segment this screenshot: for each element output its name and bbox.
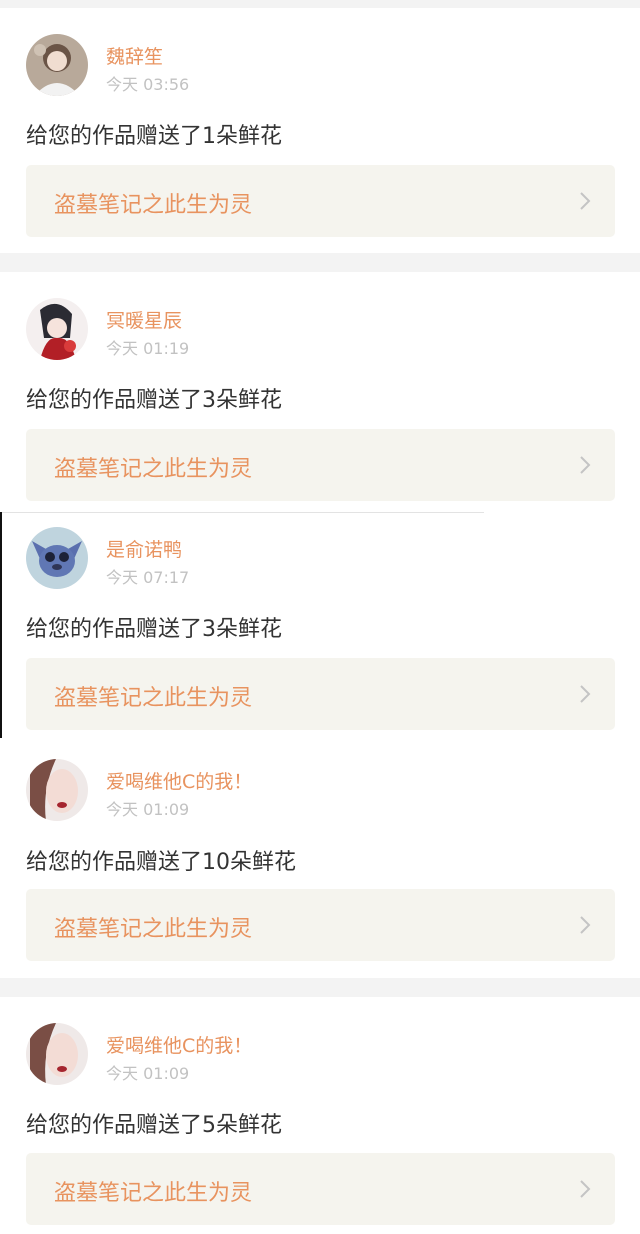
username[interactable]: 爱喝维他C的我！ [106,1031,252,1058]
girl-portrait-avatar-icon [26,34,88,96]
gift-message: 给您的作品赠送了3朵鲜花 [26,617,282,642]
stitch-cartoon-avatar-icon [26,527,88,589]
timestamp: 今天 03:56 [106,75,190,94]
woman-face-avatar-icon [26,1023,88,1085]
avatar[interactable] [26,298,88,360]
timestamp: 今天 07:17 [106,568,190,587]
work-title: 盗墓笔记之此生为灵 [54,193,253,218]
woman-face-avatar-icon [26,759,88,821]
work-title: 盗墓笔记之此生为灵 [54,457,253,482]
gift-message: 给您的作品赠送了1朵鲜花 [26,124,282,149]
gift-message: 给您的作品赠送了3朵鲜花 [26,388,282,413]
work-link-button[interactable]: 盗墓笔记之此生为灵 [26,889,615,961]
avatar[interactable] [26,1023,88,1085]
work-title: 盗墓笔记之此生为灵 [54,917,253,942]
avatar[interactable] [26,34,88,96]
timestamp: 今天 01:09 [106,800,190,819]
work-title: 盗墓笔记之此生为灵 [54,686,253,711]
avatar[interactable] [26,759,88,821]
username[interactable]: 魏辞笙 [106,42,163,69]
notification-card: 是俞诺鸭 今天 07:17 给您的作品赠送了3朵鲜花 盗墓笔记之此生为灵 [0,512,640,742]
gift-message: 给您的作品赠送了5朵鲜花 [26,1113,282,1138]
username[interactable]: 冥暖星辰 [106,306,182,333]
notification-card: 爱喝维他C的我！ 今天 01:09 给您的作品赠送了5朵鲜花 盗墓笔记之此生为灵 [0,997,640,1234]
username[interactable]: 爱喝维他C的我！ [106,767,252,794]
chevron-right-icon [580,685,591,703]
avatar[interactable] [26,527,88,589]
username[interactable]: 是俞诺鸭 [106,535,182,562]
work-title: 盗墓笔记之此生为灵 [54,1181,253,1206]
work-link-button[interactable]: 盗墓笔记之此生为灵 [26,658,615,730]
anime-character-avatar-icon [26,298,88,360]
notification-card: 冥暖星辰 今天 01:19 给您的作品赠送了3朵鲜花 盗墓笔记之此生为灵 [0,272,640,512]
work-link-button[interactable]: 盗墓笔记之此生为灵 [26,165,615,237]
divider [0,512,484,513]
notification-card: 爱喝维他C的我！ 今天 01:09 给您的作品赠送了10朵鲜花 盗墓笔记之此生为… [0,742,640,978]
work-link-button[interactable]: 盗墓笔记之此生为灵 [26,1153,615,1225]
work-link-button[interactable]: 盗墓笔记之此生为灵 [26,429,615,501]
gift-message: 给您的作品赠送了10朵鲜花 [26,850,296,875]
chevron-right-icon [580,456,591,474]
notification-card: 魏辞笙 今天 03:56 给您的作品赠送了1朵鲜花 盗墓笔记之此生为灵 [0,8,640,253]
chevron-right-icon [580,1180,591,1198]
chevron-right-icon [580,192,591,210]
left-edge-line [0,512,2,738]
chevron-right-icon [580,916,591,934]
timestamp: 今天 01:19 [106,339,190,358]
timestamp: 今天 01:09 [106,1064,190,1083]
